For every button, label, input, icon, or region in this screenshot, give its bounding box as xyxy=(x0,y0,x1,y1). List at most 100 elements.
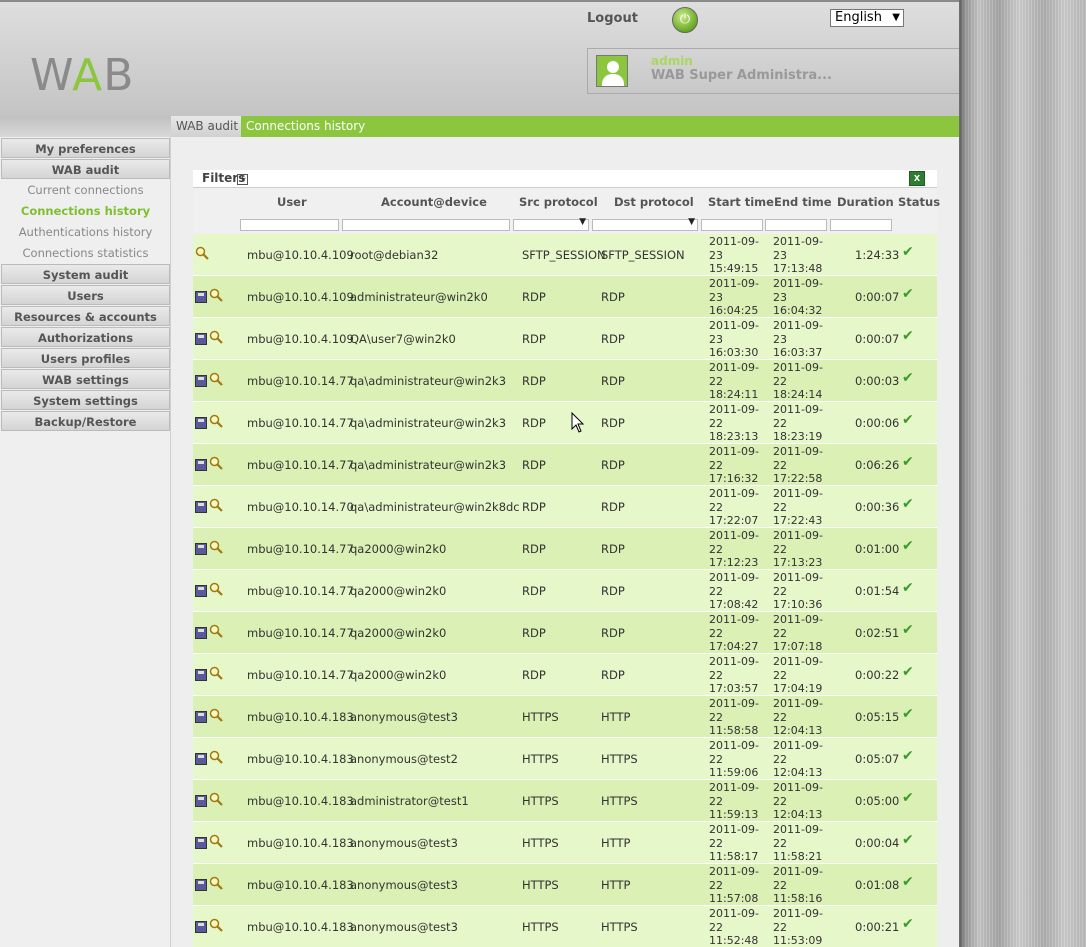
magnifier-icon[interactable] xyxy=(195,246,209,260)
excel-icon[interactable]: X xyxy=(909,171,925,186)
disk-icon[interactable] xyxy=(195,669,207,681)
disk-icon[interactable] xyxy=(195,333,207,345)
cell-duration: 0:00:03 xyxy=(855,374,900,388)
magnifier-icon[interactable] xyxy=(209,456,223,470)
sidebar-item-connections-history[interactable]: Connections history xyxy=(1,201,170,221)
disk-icon[interactable] xyxy=(195,543,207,555)
col-end-time[interactable]: End time xyxy=(774,195,832,209)
disk-icon[interactable] xyxy=(195,459,207,471)
magnifier-icon[interactable] xyxy=(209,750,223,764)
filter-account-input[interactable] xyxy=(342,219,510,231)
disk-icon[interactable] xyxy=(195,501,207,513)
cell-account: qa2000@win2k0 xyxy=(350,542,447,556)
disk-icon[interactable] xyxy=(195,837,207,849)
language-value: English xyxy=(835,10,882,25)
magnifier-icon[interactable] xyxy=(209,792,223,806)
filter-user-input[interactable] xyxy=(240,219,339,231)
cell-start-time: 2011-09- 22 11:52:48 xyxy=(709,907,759,947)
language-select[interactable]: English ▼ xyxy=(830,9,904,27)
magnifier-icon[interactable] xyxy=(209,582,223,596)
disk-icon[interactable] xyxy=(195,585,207,597)
sidebar-item-wab-audit[interactable]: WAB audit xyxy=(1,159,170,179)
user-box: admin WAB Super Administra... xyxy=(587,48,959,94)
cell-src-protocol: RDP xyxy=(522,626,546,640)
magnifier-icon[interactable] xyxy=(209,372,223,386)
cell-src-protocol: RDP xyxy=(522,584,546,598)
check-icon: ✔ xyxy=(902,454,914,470)
filter-src-protocol-select[interactable]: ▼ xyxy=(513,217,589,231)
disk-icon[interactable] xyxy=(195,753,207,765)
disk-icon[interactable] xyxy=(195,417,207,429)
filter-duration-input[interactable] xyxy=(830,219,892,231)
cell-start-time: 2011-09- 22 11:59:13 xyxy=(709,781,759,821)
sidebar-item-authorizations[interactable]: Authorizations xyxy=(1,327,170,347)
cell-src-protocol: HTTPS xyxy=(522,878,559,892)
magnifier-icon[interactable] xyxy=(209,414,223,428)
col-account[interactable]: Account@device xyxy=(381,195,487,209)
sidebar-item-authentications-history[interactable]: Authentications history xyxy=(1,222,170,242)
disk-icon[interactable] xyxy=(195,291,207,303)
table-header: User Account@device Src protocol Dst pro… xyxy=(193,188,940,235)
app-window: WAB Logout ⏻ English ▼ admin WAB Super Ad… xyxy=(0,0,959,947)
cell-user: mbu@10.10.4.109 xyxy=(247,332,354,346)
sidebar-item-resources-accounts[interactable]: Resources & accounts xyxy=(1,306,170,326)
filter-dst-protocol-select[interactable]: ▼ xyxy=(592,217,698,231)
magnifier-icon[interactable] xyxy=(209,708,223,722)
col-user[interactable]: User xyxy=(277,195,307,209)
disk-icon[interactable] xyxy=(195,627,207,639)
disk-icon[interactable] xyxy=(195,795,207,807)
check-icon: ✔ xyxy=(902,328,914,344)
col-duration[interactable]: Duration xyxy=(837,195,894,209)
cell-dst-protocol: SFTP_SESSION xyxy=(601,248,685,262)
magnifier-icon[interactable] xyxy=(209,330,223,344)
cell-end-time: 2011-09- 22 18:23:19 xyxy=(773,403,823,443)
chevron-down-icon: ▼ xyxy=(688,217,695,227)
sidebar-item-users-profiles[interactable]: Users profiles xyxy=(1,348,170,368)
cell-duration: 0:05:00 xyxy=(855,794,900,808)
disk-icon[interactable] xyxy=(195,375,207,387)
disk-icon[interactable] xyxy=(195,879,207,891)
magnifier-icon[interactable] xyxy=(209,540,223,554)
cell-duration: 0:01:00 xyxy=(855,542,900,556)
disk-icon[interactable] xyxy=(195,921,207,933)
col-start-time[interactable]: Start time xyxy=(708,195,774,209)
disk-icon[interactable] xyxy=(195,711,207,723)
sidebar-item-my-preferences[interactable]: My preferences xyxy=(1,138,170,158)
filter-end-time-input[interactable] xyxy=(765,219,827,231)
magnifier-icon[interactable] xyxy=(209,288,223,302)
magnifier-icon[interactable] xyxy=(209,918,223,932)
sidebar-item-backup-restore[interactable]: Backup/Restore xyxy=(1,411,170,431)
sidebar-item-system-settings[interactable]: System settings xyxy=(1,390,170,410)
sidebar-item-connections-statistics[interactable]: Connections statistics xyxy=(1,243,170,263)
logo-letter-w: W xyxy=(30,50,73,101)
col-dst-protocol[interactable]: Dst protocol xyxy=(614,195,694,209)
brushed-metal-background xyxy=(959,0,1086,947)
check-icon: ✔ xyxy=(902,874,914,890)
cell-user: mbu@10.10.14.77 xyxy=(247,458,354,472)
sidebar-item-users[interactable]: Users xyxy=(1,285,170,305)
breadcrumb-section[interactable]: WAB audit xyxy=(171,116,244,137)
cell-src-protocol: RDP xyxy=(522,290,546,304)
magnifier-icon[interactable] xyxy=(209,666,223,680)
cell-account: qa\administrateur@win2k3 xyxy=(350,458,507,472)
sidebar-item-wab-settings[interactable]: WAB settings xyxy=(1,369,170,389)
cell-duration: 0:00:21 xyxy=(855,920,900,934)
col-src-protocol[interactable]: Src protocol xyxy=(519,195,598,209)
cell-src-protocol: RDP xyxy=(522,500,546,514)
table-row: mbu@10.10.4.109 administrateur@win2k0 RDP R… xyxy=(193,276,937,318)
sidebar: My preferences WAB audit Current connectio… xyxy=(0,137,171,947)
magnifier-icon[interactable] xyxy=(209,624,223,638)
filter-start-time-input[interactable] xyxy=(701,219,763,231)
cell-duration: 0:00:36 xyxy=(855,500,900,514)
magnifier-icon[interactable] xyxy=(209,498,223,512)
user-name[interactable]: admin xyxy=(651,54,693,68)
magnifier-icon[interactable] xyxy=(209,876,223,890)
expand-plus-icon[interactable]: + xyxy=(237,174,248,185)
logout-link[interactable]: Logout xyxy=(587,11,638,26)
sidebar-item-current-connections[interactable]: Current connections xyxy=(1,180,170,200)
table-row: mbu@10.10.14.77 qa2000@win2k0 RDP RDP 2011-0… xyxy=(193,570,937,612)
power-icon[interactable]: ⏻ xyxy=(672,7,698,33)
col-status[interactable]: Status xyxy=(898,195,940,209)
magnifier-icon[interactable] xyxy=(209,834,223,848)
sidebar-item-system-audit[interactable]: System audit xyxy=(1,264,170,284)
